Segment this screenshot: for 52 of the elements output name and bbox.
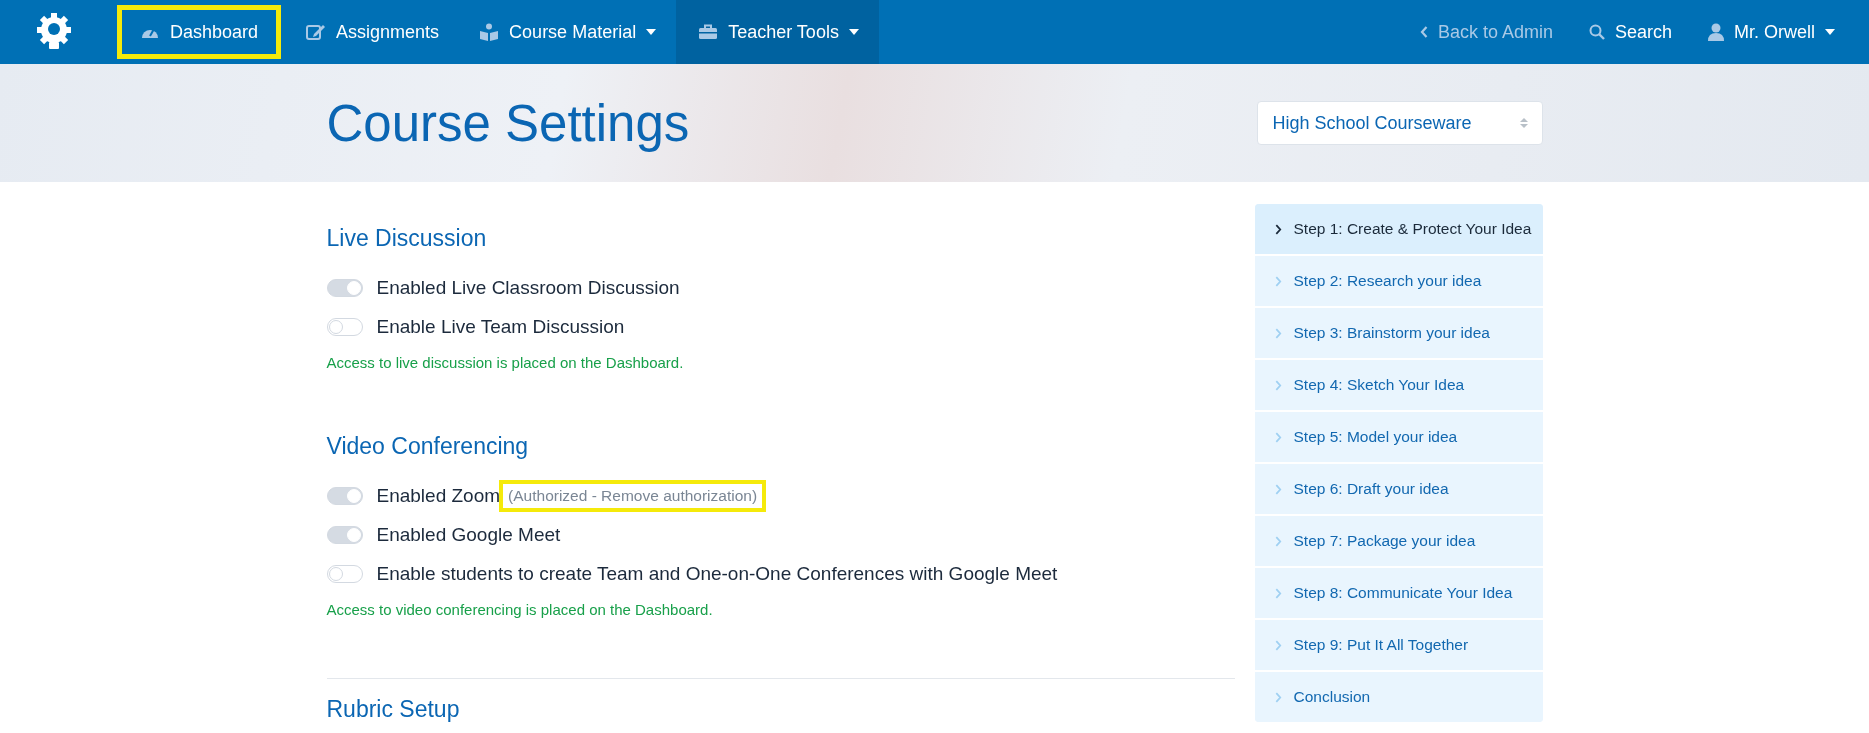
section-heading: Live Discussion — [326, 224, 488, 252]
search-icon — [1588, 24, 1605, 40]
toggle-switch[interactable] — [326, 564, 363, 583]
book-icon — [479, 23, 500, 41]
nav-link[interactable]: Mr. Orwell — [1690, 0, 1869, 64]
step-item[interactable]: Step 5: Model your idea — [1254, 412, 1543, 464]
nav-tab[interactable]: Teacher Tools — [676, 0, 879, 64]
chevron-right-icon — [1274, 639, 1282, 651]
step-item[interactable]: Step 6: Draft your idea — [1254, 464, 1543, 516]
step-item[interactable]: Step 3: Brainstorm your idea — [1254, 308, 1543, 360]
info-note: Access to video conferencing is placed on the Dashboard. — [326, 601, 714, 618]
chevron-right-icon — [1274, 691, 1282, 703]
course-select[interactable]: High School Courseware — [1256, 101, 1543, 145]
chevron-right-icon — [1274, 431, 1282, 443]
toggle-label: Enabled Google Meet — [376, 523, 561, 546]
toggle-label: Enable students to create Team and One-on-One Conferences with Google Meet — [376, 562, 1058, 585]
nav-tab[interactable]: Course Material — [459, 0, 677, 64]
toolbox-icon — [698, 24, 719, 40]
step-item[interactable]: Conclusion — [1254, 672, 1543, 722]
nav-tab[interactable]: Assignments — [286, 0, 460, 64]
chevron-right-icon — [1274, 587, 1282, 599]
chevron-right-icon — [1274, 483, 1282, 495]
edit-icon — [306, 23, 327, 41]
section-heading: Video Conferencing — [326, 432, 530, 460]
chevron-right-icon — [1274, 327, 1282, 339]
toggle-switch[interactable] — [326, 317, 363, 336]
step-item[interactable]: Step 4: Sketch Your Idea — [1254, 360, 1543, 412]
chevron-right-icon — [1274, 223, 1282, 235]
toggle-switch[interactable] — [326, 486, 363, 505]
toggle-label: Enable Live Team Discussion — [376, 315, 625, 338]
step-item[interactable]: Step 9: Put It All Together — [1254, 620, 1543, 672]
toggle-label: Enabled Zoom — [376, 484, 501, 507]
nav-link[interactable]: Back to Admin — [1401, 0, 1571, 64]
step-item[interactable]: Step 8: Communicate Your Idea — [1254, 568, 1543, 620]
chevron-left-icon — [1419, 26, 1428, 38]
info-note: Access to live discussion is placed on the Dashboard. — [326, 354, 685, 371]
section-heading: Rubric Setup — [326, 695, 461, 723]
toggle-switch[interactable] — [326, 525, 363, 544]
chevron-right-icon — [1274, 379, 1282, 391]
step-item[interactable]: Step 7: Package your idea — [1254, 516, 1543, 568]
toggle-switch[interactable] — [326, 278, 363, 297]
step-item[interactable]: Step 1: Create & Protect Your Idea — [1254, 204, 1543, 256]
authorization-link[interactable]: (Authorized - Remove authorization) — [502, 482, 764, 509]
chevron-right-icon — [1274, 275, 1282, 287]
chevron-right-icon — [1274, 535, 1282, 547]
page-title: Course Settings — [326, 93, 690, 153]
nav-link[interactable]: Search — [1570, 0, 1690, 64]
nav-tab[interactable]: Dashboard — [112, 0, 287, 64]
step-item[interactable]: Step 2: Research your idea — [1254, 256, 1543, 308]
user-icon — [1708, 23, 1724, 41]
toggle-label: Enabled Live Classroom Discussion — [376, 276, 680, 299]
sort-arrows-icon — [1519, 117, 1528, 129]
